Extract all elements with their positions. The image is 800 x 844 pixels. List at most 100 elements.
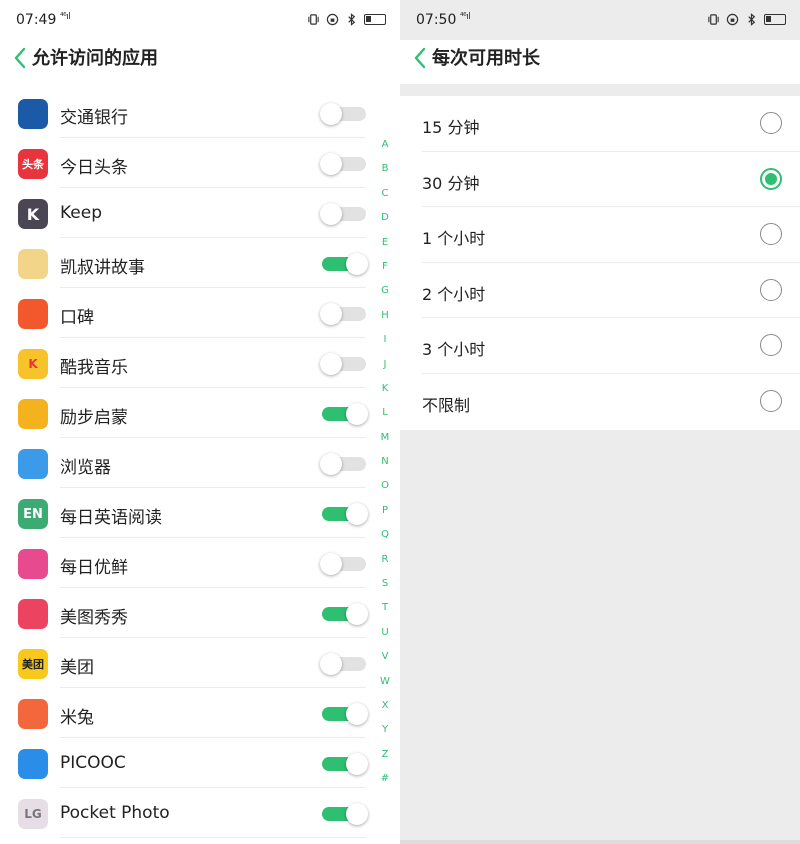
duration-option[interactable]: 2 个小时 bbox=[400, 263, 800, 319]
app-row[interactable]: 凯叔讲故事 bbox=[0, 238, 380, 288]
index-letter[interactable]: E bbox=[378, 236, 392, 260]
toggle-knob bbox=[320, 303, 342, 325]
bluetooth-icon bbox=[748, 12, 756, 26]
radio-button[interactable] bbox=[760, 278, 782, 301]
access-toggle[interactable] bbox=[320, 453, 366, 475]
back-arrow-icon[interactable] bbox=[12, 46, 28, 70]
app-row[interactable]: 交通银行 bbox=[0, 88, 380, 138]
index-letter[interactable]: G bbox=[378, 284, 392, 308]
radio-button[interactable] bbox=[760, 223, 782, 246]
index-letter[interactable]: Z bbox=[378, 748, 392, 772]
index-letter[interactable]: F bbox=[378, 260, 392, 284]
index-letter[interactable]: H bbox=[378, 309, 392, 333]
duration-option[interactable]: 3 个小时 bbox=[400, 318, 800, 374]
index-letter[interactable]: Y bbox=[378, 723, 392, 747]
index-letter[interactable]: N bbox=[378, 455, 392, 479]
access-toggle[interactable] bbox=[322, 753, 368, 775]
lock-rotation-icon bbox=[326, 13, 339, 25]
app-name: 美团 bbox=[60, 658, 94, 678]
radio-button[interactable] bbox=[760, 167, 782, 190]
app-row[interactable]: K 酷我音乐 bbox=[0, 338, 380, 388]
index-letter[interactable]: A bbox=[378, 138, 392, 162]
access-toggle[interactable] bbox=[320, 103, 366, 125]
app-name: 美图秀秀 bbox=[60, 608, 128, 628]
meitu-icon bbox=[18, 599, 48, 629]
toggle-knob bbox=[346, 403, 368, 425]
battery-icon bbox=[364, 13, 386, 25]
index-letter[interactable]: Q bbox=[378, 528, 392, 552]
radio-button[interactable] bbox=[760, 112, 782, 134]
app-row[interactable]: 美团 美团 bbox=[0, 638, 380, 688]
index-letter[interactable]: J bbox=[378, 358, 392, 382]
app-row[interactable]: 美图秀秀 bbox=[0, 588, 380, 638]
index-letter[interactable]: C bbox=[378, 187, 392, 211]
vibrate-icon bbox=[308, 13, 319, 25]
app-row[interactable]: EN 每日英语阅读 bbox=[0, 488, 380, 538]
access-toggle[interactable] bbox=[320, 153, 366, 175]
access-toggle[interactable] bbox=[322, 803, 368, 825]
app-row[interactable]: 励步启蒙 bbox=[0, 388, 380, 438]
index-letter[interactable]: O bbox=[378, 479, 392, 503]
status-icons bbox=[307, 11, 386, 27]
radio-button[interactable] bbox=[760, 334, 782, 357]
index-letter[interactable]: M bbox=[378, 431, 392, 455]
access-toggle[interactable] bbox=[320, 203, 366, 225]
header: 允许访问的应用 bbox=[0, 40, 400, 84]
access-toggle[interactable] bbox=[322, 703, 368, 725]
header: 每次可用时长 bbox=[400, 40, 800, 84]
toutiao-icon: 头条 bbox=[18, 149, 48, 179]
index-letter[interactable]: D bbox=[378, 211, 392, 235]
toggle-knob bbox=[320, 203, 342, 225]
app-name: 交通银行 bbox=[60, 108, 128, 128]
index-letter[interactable]: # bbox=[378, 772, 392, 796]
kaishu-icon bbox=[18, 249, 48, 279]
index-letter[interactable]: T bbox=[378, 601, 392, 625]
index-letter[interactable]: L bbox=[378, 406, 392, 430]
access-toggle[interactable] bbox=[322, 253, 368, 275]
app-row[interactable]: 头条 今日头条 bbox=[0, 138, 380, 188]
option-label: 30 分钟 bbox=[422, 173, 480, 193]
access-toggle[interactable] bbox=[320, 653, 366, 675]
status-time: 07:50 bbox=[416, 12, 457, 28]
app-row[interactable]: 每日优鲜 bbox=[0, 538, 380, 588]
index-letter[interactable]: K bbox=[378, 382, 392, 406]
app-row[interactable]: 米兔 bbox=[0, 688, 380, 738]
access-toggle[interactable] bbox=[320, 353, 366, 375]
index-letter[interactable]: W bbox=[378, 675, 392, 699]
english-reading-icon: EN bbox=[18, 499, 48, 529]
signal-icon: ⁴⁶ıl bbox=[460, 12, 471, 22]
index-letter[interactable]: S bbox=[378, 577, 392, 601]
app-row[interactable]: PICOOC bbox=[0, 738, 380, 788]
index-letter[interactable]: P bbox=[378, 504, 392, 528]
app-row[interactable]: 浏览器 bbox=[0, 438, 380, 488]
meituan-icon: 美团 bbox=[18, 649, 48, 679]
index-letter[interactable]: B bbox=[378, 162, 392, 186]
toggle-knob bbox=[346, 253, 368, 275]
access-toggle[interactable] bbox=[320, 553, 366, 575]
option-label: 不限制 bbox=[422, 395, 471, 415]
radio-button[interactable] bbox=[760, 389, 782, 412]
app-row[interactable]: K Keep bbox=[0, 188, 380, 238]
app-row[interactable]: 口碑 bbox=[0, 288, 380, 338]
duration-option[interactable]: 15 分钟 bbox=[400, 96, 800, 152]
access-toggle[interactable] bbox=[320, 303, 366, 325]
duration-option[interactable]: 不限制 bbox=[400, 374, 800, 430]
app-list: 交通银行 头条 今日头条 K Keep 凯叔讲故事 口碑 K 酷我音乐 励步启蒙 浏览器 EN 每日英语… bbox=[0, 88, 380, 838]
app-access-screen: 07:49 ⁴⁶ıl 允许访问的应用 交通银行 头条 今日头条 K Keep 凯叔讲故事口… bbox=[0, 0, 400, 844]
app-row[interactable]: LG Pocket Photo bbox=[0, 788, 380, 838]
alphabet-index[interactable]: A B C D E F G H I J K L M N O P Q R S T U V W X Y Z # bbox=[378, 138, 392, 797]
duration-option[interactable]: 30 分钟 bbox=[400, 152, 800, 208]
app-name: Keep bbox=[60, 203, 103, 223]
kuwo-icon: K bbox=[18, 349, 48, 379]
access-toggle[interactable] bbox=[322, 603, 368, 625]
access-toggle[interactable] bbox=[322, 503, 368, 525]
duration-option[interactable]: 1 个小时 bbox=[400, 207, 800, 263]
index-letter[interactable]: U bbox=[378, 626, 392, 650]
index-letter[interactable]: V bbox=[378, 650, 392, 674]
index-letter[interactable]: R bbox=[378, 553, 392, 577]
index-letter[interactable]: I bbox=[378, 333, 392, 357]
access-toggle[interactable] bbox=[322, 403, 368, 425]
back-arrow-icon[interactable] bbox=[412, 46, 428, 70]
bluetooth-icon bbox=[348, 12, 356, 26]
index-letter[interactable]: X bbox=[378, 699, 392, 723]
